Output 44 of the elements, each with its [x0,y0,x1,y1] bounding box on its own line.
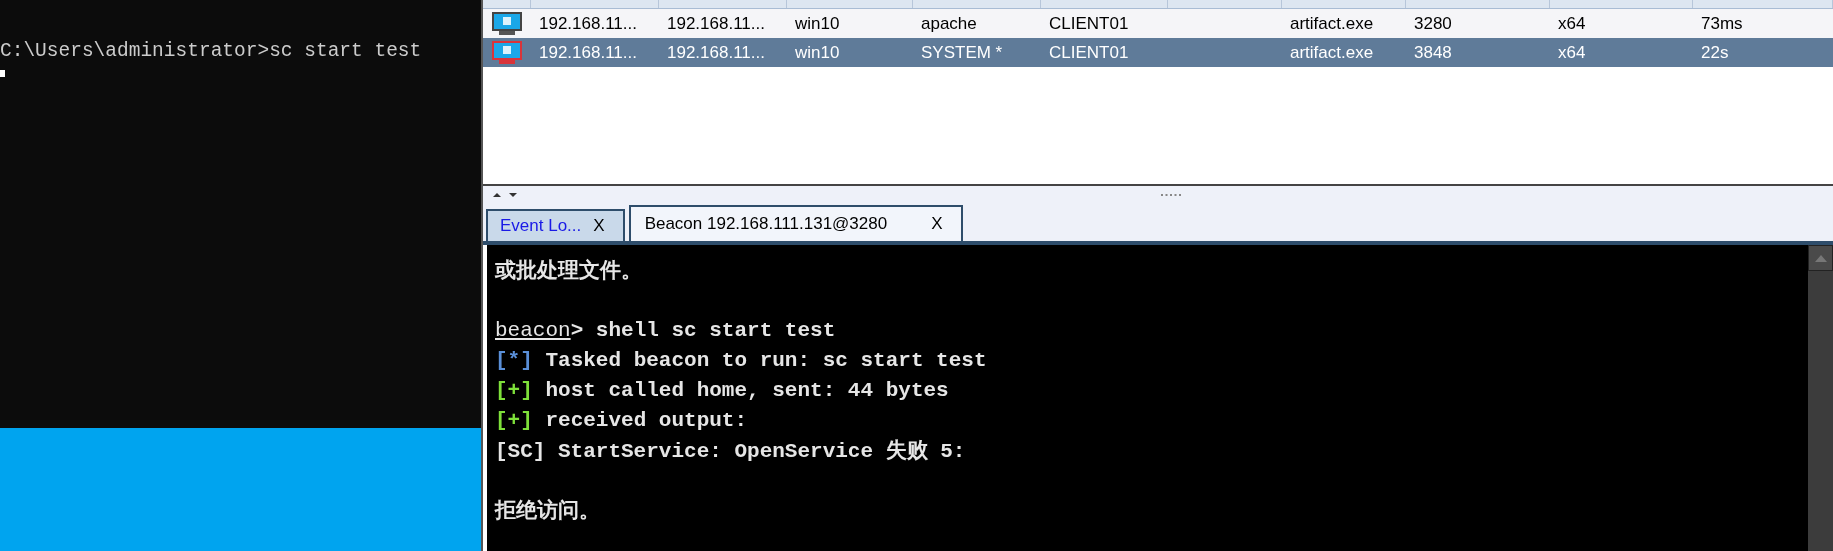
table-cell-text: artifact.exe [1289,42,1375,63]
monitor-icon [491,40,523,65]
prompt-label: beacon [495,318,571,342]
table-cell-text: x64 [1557,42,1587,63]
scroll-up-icon [1814,254,1827,262]
console-message: Tasked beacon to run: sc start test [545,348,987,372]
table-cell-text: 192.168.11... [666,13,766,34]
table-cell-text: win10 [794,42,841,63]
console-output: 拒绝访问。 [495,498,600,524]
monitor-icon [491,11,523,36]
scroll-up-button[interactable] [1808,245,1833,271]
close-tab-button[interactable]: X [931,214,943,234]
table-cell-text: win10 [794,13,841,34]
table-cell-text: apache [920,13,978,34]
table-cell-text: 22s [1700,42,1730,63]
grip-icon[interactable] [1161,192,1183,197]
table-cell-text: 192.168.11... [538,42,638,63]
session-row[interactable]: 192.168.11... 192.168.11... win10 SYSTEM * CLIENT01 artifact.exe 3848 x64 22s [483,38,1833,67]
table-cell-text: 3280 [1413,13,1453,34]
status-marker: [+] [495,378,533,402]
table-cell-text: SYSTEM * [920,42,1004,63]
table-cell-text: artifact.exe [1289,13,1375,34]
close-tab-button[interactable]: X [593,216,605,236]
console-command: > shell sc start test [570,318,836,342]
console-output: [SC] StartService: OpenService 失败 5: [495,438,966,464]
table-cell-text: 192.168.11... [538,13,638,34]
status-marker: [+] [495,408,533,432]
scrollbar[interactable] [1808,245,1833,551]
console-tab[interactable]: Event Lo... X [486,209,625,241]
session-row[interactable]: 192.168.11... 192.168.11... win10 apache CLIENT01 artifact.exe 3280 x64 73ms [483,9,1833,38]
table-cell-text: CLIENT01 [1048,42,1130,63]
console-tab[interactable]: Beacon 192.168.111.131@3280 X [628,205,963,241]
console-message: host called home, sent: 44 bytes [545,378,949,402]
console-message: received output: [545,408,748,432]
table-cell-text: 3848 [1413,42,1453,63]
table-cell-text: 73ms [1700,13,1744,34]
table-cell-text: x64 [1557,13,1587,34]
console-output: 或批处理文件。 [495,258,642,284]
status-marker: [*] [495,348,533,372]
split-handle[interactable] [483,184,1833,203]
collapse-arrows-icon[interactable] [491,190,519,199]
command-line: C:\Users\administrator>sc start test [0,39,422,64]
table-cell-text: CLIENT01 [1048,13,1130,34]
table-cell-text: 192.168.11... [666,42,766,63]
